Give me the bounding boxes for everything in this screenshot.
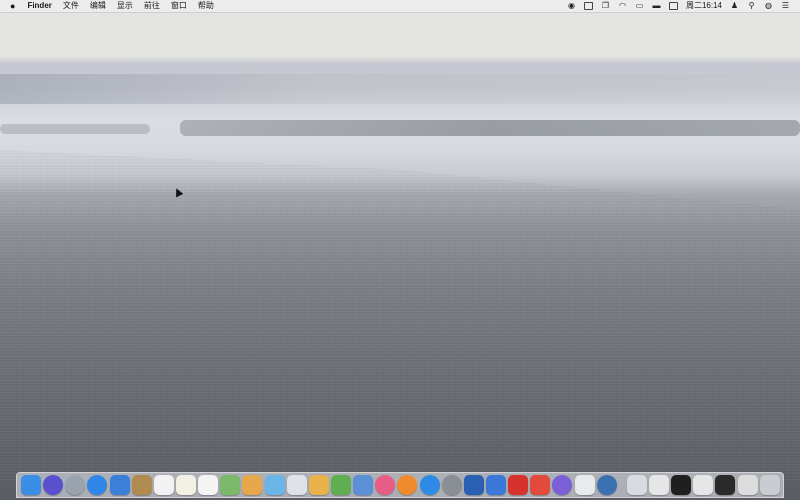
app-store-icon[interactable]: [419, 475, 440, 495]
contacts-icon[interactable]: [131, 475, 152, 495]
numbers-icon[interactable]: [330, 475, 351, 495]
facetime-icon[interactable]: [286, 475, 307, 495]
menu-view[interactable]: 显示: [117, 0, 133, 12]
screenshot-stack-icon[interactable]: [693, 475, 714, 495]
screenflow-icon[interactable]: [552, 475, 573, 495]
photos-icon[interactable]: [242, 475, 263, 495]
battery-icon[interactable]: ▬: [652, 2, 661, 10]
maps-icon[interactable]: [220, 475, 241, 495]
spotlight-icon[interactable]: ⚲: [747, 2, 756, 10]
copy-icon[interactable]: ❐: [601, 2, 610, 10]
screenshot-stack-icon[interactable]: [671, 475, 692, 495]
menu-go[interactable]: 前往: [144, 0, 160, 12]
horizon-haze: [0, 74, 800, 104]
menu-help[interactable]: 帮助: [198, 0, 214, 12]
siri-icon[interactable]: [43, 475, 64, 495]
desktop: ● Finder 文件 编辑 显示 前往 窗口 帮助 ◉ ❐ ◠ ▭ ▬ 周二1…: [0, 0, 800, 500]
dock: [16, 472, 784, 498]
keyboard-icon[interactable]: [668, 2, 678, 10]
trash-icon[interactable]: [759, 475, 780, 495]
mail-app-icon[interactable]: [574, 475, 595, 495]
netease-icon[interactable]: [508, 475, 529, 495]
apple-menu-icon[interactable]: ●: [10, 0, 15, 12]
screenshot-stack-icon[interactable]: [737, 475, 758, 495]
wifi-icon[interactable]: ◠: [618, 2, 627, 10]
document-stack-icon[interactable]: [648, 475, 669, 495]
system-preferences-icon[interactable]: [441, 475, 462, 495]
finder-icon[interactable]: [21, 475, 41, 495]
display-icon[interactable]: [583, 2, 593, 10]
record-icon[interactable]: ◉: [567, 2, 576, 10]
launchpad-icon[interactable]: [65, 475, 86, 495]
pages-icon[interactable]: [308, 475, 329, 495]
menu-window[interactable]: 窗口: [171, 0, 187, 12]
itunes-icon[interactable]: [375, 475, 396, 495]
screenshot-stack-icon[interactable]: [715, 475, 736, 495]
airplay-icon[interactable]: ▭: [635, 2, 644, 10]
menu-finder[interactable]: Finder: [27, 0, 51, 12]
user-icon[interactable]: ♟: [730, 2, 739, 10]
menu-edit[interactable]: 编辑: [90, 0, 106, 12]
messages-icon[interactable]: [264, 475, 285, 495]
wallpaper-ground: [0, 150, 800, 480]
gift-icon[interactable]: [530, 475, 551, 495]
wps-icon[interactable]: [485, 475, 506, 495]
ibooks-icon[interactable]: [397, 475, 418, 495]
safari-icon[interactable]: [87, 475, 108, 495]
notification-center-icon[interactable]: ☰: [781, 2, 790, 10]
reminders-icon[interactable]: [198, 475, 219, 495]
calendar-icon[interactable]: [153, 475, 174, 495]
downloads-stack-icon[interactable]: [626, 475, 647, 495]
siri-icon[interactable]: ◍: [764, 2, 773, 10]
qq-browser-icon[interactable]: [596, 475, 617, 495]
menu-bar-clock[interactable]: 周二16:14: [686, 0, 722, 12]
word-icon[interactable]: [463, 475, 484, 495]
menu-file[interactable]: 文件: [63, 0, 79, 12]
menu-bar: ● Finder 文件 编辑 显示 前往 窗口 帮助 ◉ ❐ ◠ ▭ ▬ 周二1…: [0, 0, 800, 13]
distant-shoreline: [180, 120, 800, 136]
mail-icon[interactable]: [109, 475, 130, 495]
notes-icon[interactable]: [175, 475, 196, 495]
distant-shoreline-left: [0, 124, 150, 134]
keynote-icon[interactable]: [353, 475, 374, 495]
